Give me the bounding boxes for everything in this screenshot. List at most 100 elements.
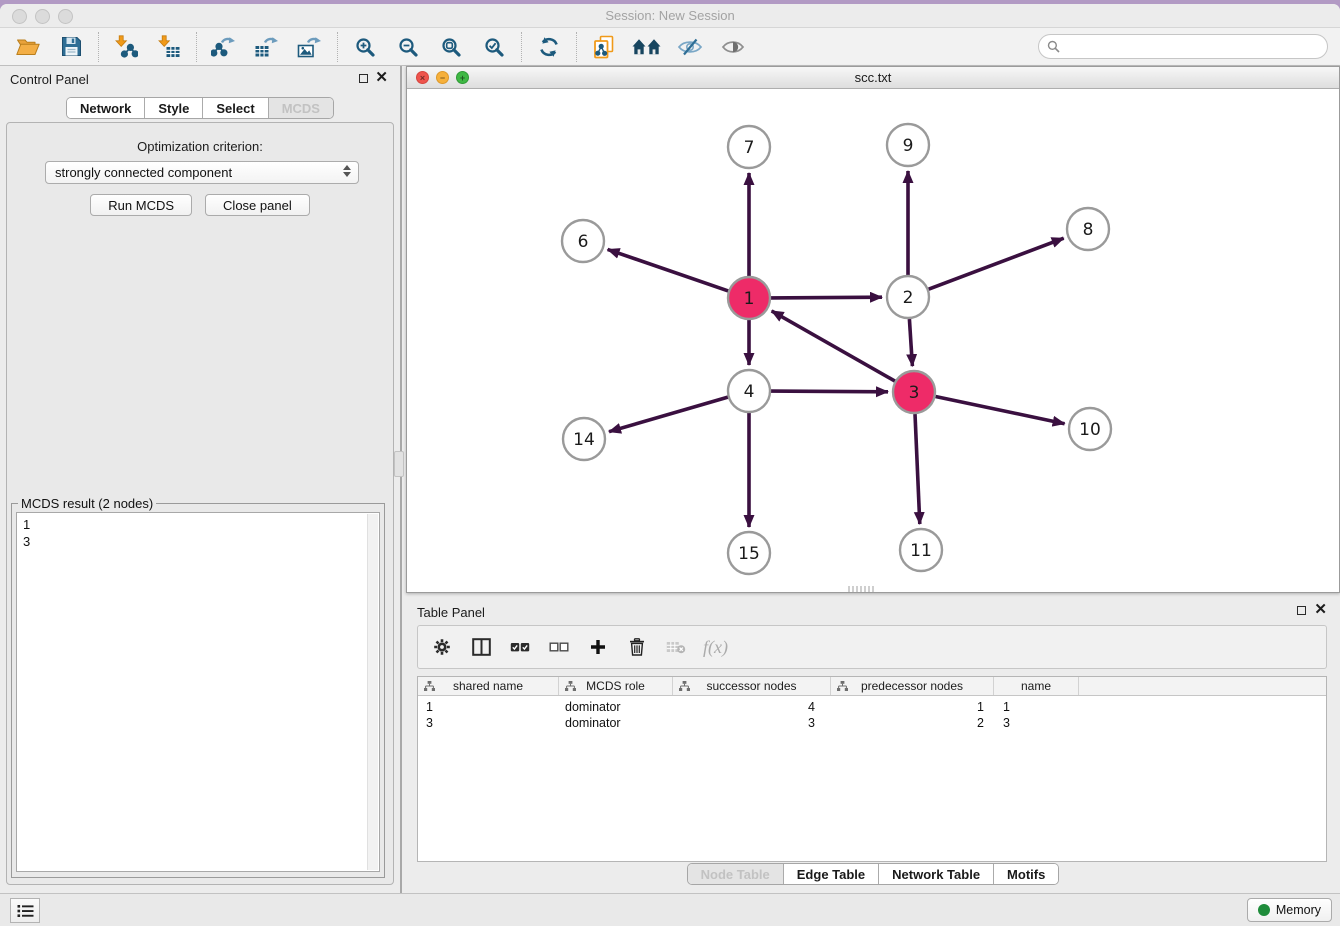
optimization-criterion-label: Optimization criterion:	[7, 139, 393, 154]
graph-node-7[interactable]: 7	[728, 126, 770, 168]
mcds-result-textarea[interactable]: 13	[16, 512, 380, 872]
add-column-button[interactable]	[586, 633, 610, 661]
graph-node-15[interactable]: 15	[728, 532, 770, 574]
graph-edge-3-1[interactable]	[772, 311, 895, 381]
graph-node-1[interactable]: 1	[728, 277, 770, 319]
delete-table-button[interactable]	[664, 633, 688, 661]
mcds-tab-content: Optimization criterion: strongly connect…	[6, 122, 394, 885]
table-row[interactable]: 1dominator411	[418, 699, 1326, 715]
task-history-button[interactable]	[10, 898, 40, 923]
titlebar[interactable]: Session: New Session	[0, 4, 1340, 28]
splitter-grip[interactable]	[848, 586, 874, 592]
show-graphics-details-button[interactable]	[717, 31, 749, 63]
tab-mcds[interactable]: MCDS	[269, 98, 333, 118]
open-file-button[interactable]	[12, 31, 44, 63]
network-view-window[interactable]: × − + scc.txt 7 9 6 8 1 2 4 3 14 10 15 11	[406, 66, 1340, 593]
function-builder-button[interactable]: f(x)	[703, 633, 728, 661]
table-cell[interactable]: 3	[673, 715, 831, 731]
close-panel-icon[interactable]: ✕	[375, 69, 388, 87]
graph-node-2[interactable]: 2	[887, 276, 929, 318]
graph-edge-1-2[interactable]	[771, 297, 882, 298]
graph-edge-3-10[interactable]	[936, 397, 1065, 424]
tab-network[interactable]: Network	[67, 98, 145, 118]
zoom-in-button[interactable]	[349, 31, 381, 63]
graph-node-11[interactable]: 11	[900, 529, 942, 571]
home-button[interactable]	[631, 31, 663, 63]
zoom-selected-button[interactable]	[478, 31, 510, 63]
table-settings-button[interactable]	[430, 633, 454, 661]
table-cell[interactable]: 1	[831, 699, 994, 715]
node-table[interactable]: shared name MCDS rolesuccessor nodesprede…	[417, 676, 1327, 862]
memory-button[interactable]: Memory	[1247, 898, 1332, 922]
float-panel-icon[interactable]	[359, 74, 368, 83]
scrollbar[interactable]	[367, 514, 378, 870]
table-cell[interactable]: 3	[994, 715, 1079, 731]
tab-style[interactable]: Style	[145, 98, 203, 118]
graph-node-3[interactable]: 3	[893, 371, 935, 413]
graph-edge-2-3[interactable]	[909, 319, 912, 366]
zoom-fit-button[interactable]	[435, 31, 467, 63]
zoom-out-button[interactable]	[392, 31, 424, 63]
column-header-name[interactable]: name	[994, 677, 1079, 695]
tab-network-table[interactable]: Network Table	[879, 864, 994, 884]
tab-node-table[interactable]: Node Table	[688, 864, 784, 884]
refresh-layout-button[interactable]	[533, 31, 565, 63]
tab-edge-table[interactable]: Edge Table	[784, 864, 879, 884]
graph-edge-4-14[interactable]	[609, 397, 728, 432]
export-image-button[interactable]	[294, 31, 326, 63]
graph-node-8[interactable]: 8	[1067, 208, 1109, 250]
tab-select[interactable]: Select	[203, 98, 268, 118]
graph-node-6[interactable]: 6	[562, 220, 604, 262]
column-header-successor-nodes[interactable]: successor nodes	[673, 677, 831, 695]
export-table-button[interactable]	[251, 31, 283, 63]
split-view-button[interactable]	[469, 633, 493, 661]
table-row[interactable]: 3dominator323	[418, 715, 1326, 731]
tab-motifs[interactable]: Motifs	[994, 864, 1058, 884]
criterion-dropdown[interactable]: strongly connected component	[45, 161, 359, 184]
table-cell[interactable]: 2	[831, 715, 994, 731]
save-session-button[interactable]	[55, 31, 87, 63]
import-table-button[interactable]	[153, 31, 185, 63]
network-canvas[interactable]: 7 9 6 8 1 2 4 3 14 10 15 11	[407, 89, 1339, 592]
column-label: shared name	[453, 679, 523, 693]
search-input[interactable]	[1065, 37, 1327, 57]
deselect-all-button[interactable]	[547, 633, 571, 661]
graph-edge-4-3[interactable]	[771, 391, 888, 392]
column-header-predecessor-nodes[interactable]: predecessor nodes	[831, 677, 994, 695]
graph-edge-1-6[interactable]	[608, 249, 729, 291]
delete-column-button[interactable]	[625, 633, 649, 661]
copy-network-button[interactable]	[588, 31, 620, 63]
import-network-button[interactable]	[110, 31, 142, 63]
hierarchy-icon	[679, 681, 690, 691]
graph-edge-3-11[interactable]	[915, 414, 920, 524]
search-field[interactable]	[1038, 34, 1328, 59]
table-cell[interactable]: 1	[418, 699, 559, 715]
graph-node-4[interactable]: 4	[728, 370, 770, 412]
node-label: 3	[909, 383, 920, 403]
graph-node-10[interactable]: 10	[1069, 408, 1111, 450]
float-panel-icon[interactable]	[1297, 606, 1306, 615]
hide-graphics-details-button[interactable]	[674, 31, 706, 63]
splitter-grip[interactable]	[394, 451, 404, 477]
control-panel: Control Panel ✕ NetworkStyleSelectMCDS O…	[0, 66, 400, 893]
network-graph[interactable]: 7 9 6 8 1 2 4 3 14 10 15 11	[407, 89, 1339, 593]
run-mcds-button[interactable]: Run MCDS	[90, 194, 192, 216]
table-cell[interactable]: 4	[673, 699, 831, 715]
column-header-mcds-role[interactable]: MCDS role	[559, 677, 673, 695]
table-cell[interactable]: 3	[418, 715, 559, 731]
export-network-button[interactable]	[208, 31, 240, 63]
graph-edge-2-8[interactable]	[929, 238, 1064, 289]
table-cell[interactable]: 1	[994, 699, 1079, 715]
panel-splitter[interactable]	[400, 66, 402, 893]
column-header-shared-name[interactable]: shared name	[418, 677, 559, 695]
close-panel-icon[interactable]: ✕	[1314, 601, 1327, 619]
graph-node-9[interactable]: 9	[887, 124, 929, 166]
hierarchy-icon	[565, 681, 576, 691]
table-cell[interactable]: dominator	[559, 715, 673, 731]
select-all-button[interactable]	[508, 633, 532, 661]
table-cell[interactable]: dominator	[559, 699, 673, 715]
network-window-titlebar[interactable]: × − + scc.txt	[407, 67, 1339, 89]
graph-node-14[interactable]: 14	[563, 418, 605, 460]
close-panel-button[interactable]: Close panel	[205, 194, 310, 216]
delete-table-icon	[666, 640, 686, 654]
